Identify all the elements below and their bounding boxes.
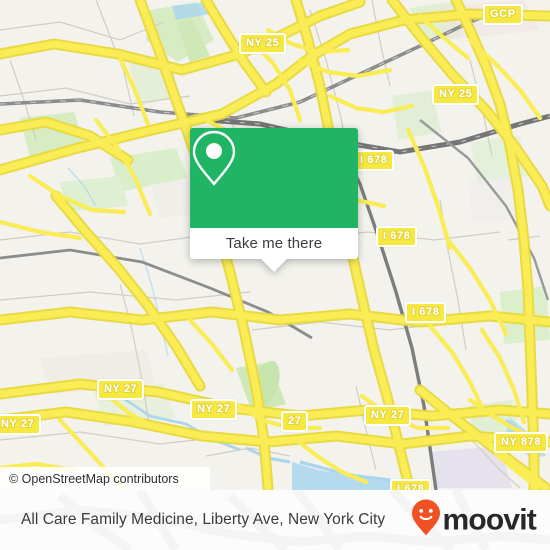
shield-ny27-c: NY 27	[190, 399, 238, 420]
shield-i678-a: I 678	[353, 150, 395, 171]
shield-ny25-b: NY 25	[432, 84, 480, 105]
take-me-there-button[interactable]: Take me there	[226, 235, 322, 252]
popup-action-row[interactable]: Take me there	[190, 228, 358, 272]
shield-ny27-a: NY 27	[97, 379, 145, 400]
shield-ny27-b: NY 27	[0, 414, 42, 435]
map-canvas[interactable]: GCP NY 25 NY 25 I 678 I 678 I 678 NY 27 NY 27 NY…	[0, 0, 550, 490]
moovit-brand[interactable]: moovit	[411, 499, 537, 542]
place-name-label: All Care Family Medicine, Liberty Ave, N…	[21, 511, 386, 528]
popup-tail-pointer	[261, 259, 287, 272]
moovit-map-page: GCP NY 25 NY 25 I 678 I 678 I 678 NY 27 NY 27 NY…	[0, 0, 550, 550]
shield-i678-c: I 678	[405, 302, 447, 323]
moovit-wordmark: moovit	[442, 503, 536, 536]
popup-header	[190, 128, 358, 228]
bottom-info-bar: All Care Family Medicine, Liberty Ave, N…	[0, 490, 550, 550]
osm-attribution[interactable]: © OpenStreetMap contributors	[0, 467, 210, 490]
shield-ny878: NY 878	[494, 432, 549, 453]
shield-i678-b: I 678	[376, 226, 418, 247]
moovit-smiley-pin-icon	[411, 499, 441, 542]
shield-ny25-a: NY 25	[239, 33, 287, 54]
osm-attribution-text: © OpenStreetMap contributors	[9, 471, 179, 486]
shield-i678-d: I 678	[390, 479, 432, 490]
shield-gcp: GCP	[483, 4, 523, 25]
shield-ny27-e: NY 27	[364, 405, 412, 426]
shield-27-d: 27	[281, 411, 309, 432]
location-popup-card[interactable]: Take me there	[190, 128, 358, 272]
